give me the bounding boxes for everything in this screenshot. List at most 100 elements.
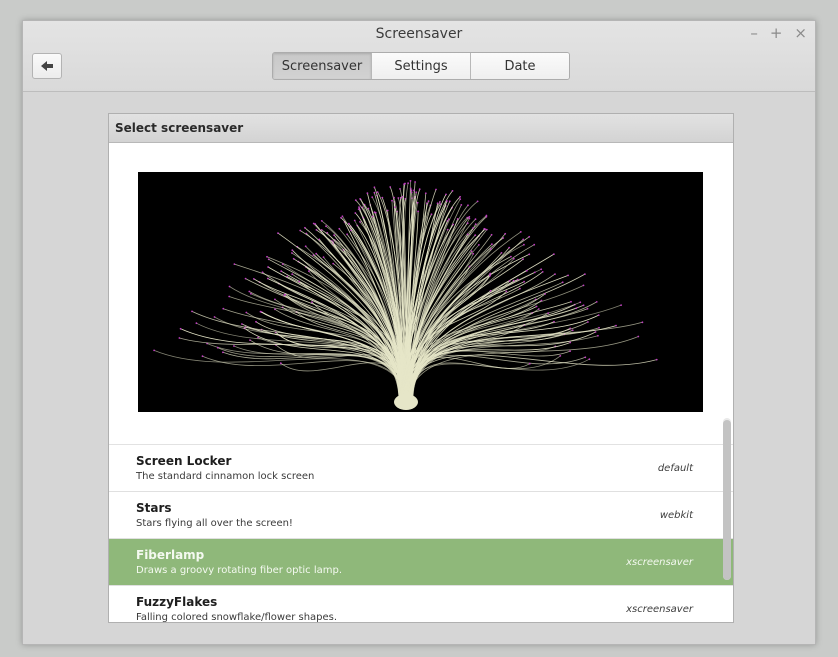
fiber-tip [389, 186, 392, 188]
fiber-tip [222, 307, 225, 310]
back-button[interactable] [32, 53, 62, 79]
list-item[interactable]: FuzzyFlakes Falling colored snowflake/fl… [109, 586, 733, 623]
fiber-tip [381, 196, 384, 199]
fiber-tip [244, 277, 247, 280]
screensaver-list: Screen Locker The standard cinnamon lock… [109, 445, 733, 623]
fiber-tip [348, 222, 350, 225]
fiber-tip [459, 195, 461, 198]
fiber-tip [505, 290, 508, 293]
fiber-tip [478, 244, 480, 246]
maximize-button[interactable]: + [770, 25, 783, 41]
fiber-tip [267, 266, 269, 268]
list-scrollbar[interactable] [723, 418, 731, 580]
fiber-tip [267, 258, 270, 261]
fiber-tip [341, 215, 344, 218]
screensaver-description: The standard cinnamon lock screen [136, 471, 315, 482]
tab-date[interactable]: Date [470, 53, 569, 79]
fiber-tip [452, 223, 455, 226]
fiber-tip [409, 187, 412, 190]
fiber-tip [424, 192, 427, 195]
back-arrow-icon [41, 61, 53, 71]
fiber-tip [359, 221, 361, 223]
fiber-tip [472, 227, 474, 229]
fiber-tip [584, 273, 586, 275]
fiber-tip [435, 188, 437, 191]
fiber-tip [373, 211, 376, 214]
list-item[interactable]: Stars Stars flying all over the screen! … [109, 492, 733, 539]
fiber-tip [291, 252, 293, 254]
fiber-tip [233, 345, 235, 347]
fiber-tip [516, 278, 519, 281]
fiber-tip [470, 250, 473, 253]
fiber-tip [553, 253, 555, 255]
fiber-tip [587, 321, 589, 323]
fiber-tip [504, 232, 507, 235]
fiber-tip [281, 263, 284, 265]
list-item[interactable]: Screen Locker The standard cinnamon lock… [109, 445, 733, 492]
fiber-tip [597, 314, 600, 316]
fiber-tip [537, 308, 540, 310]
fiber-tip [569, 341, 572, 344]
fiber-tip [489, 272, 492, 275]
fiber-tip [540, 299, 543, 302]
fiber-tip [620, 304, 622, 306]
fiber-tip [474, 234, 477, 236]
fiber-tip [325, 225, 327, 228]
fiber-tip [354, 212, 357, 214]
fiber-tip [195, 322, 198, 325]
fiber-tip [418, 188, 421, 191]
screensaver-name: Stars [136, 501, 172, 515]
screensaver-description: Falling colored snowflake/flower shapes. [136, 612, 338, 623]
fiber-tip [241, 323, 243, 325]
fiber-tip [248, 290, 251, 293]
fiber-tip [222, 351, 224, 354]
fiber-strand [401, 354, 657, 399]
fiber-tip [468, 265, 471, 268]
fiber-tip [291, 249, 294, 252]
fiber-tip [547, 312, 550, 314]
close-button[interactable]: × [794, 25, 807, 41]
list-item[interactable]: Fiberlamp Draws a groovy rotating fiber … [109, 539, 733, 586]
fiber-tip [439, 201, 441, 203]
fiber-tip [575, 307, 578, 310]
fiber-tip [508, 246, 511, 249]
fiber-tip [416, 201, 419, 204]
fiber-tip [528, 253, 531, 256]
fiber-tip [298, 280, 301, 283]
fiber-tip [597, 334, 599, 337]
minimize-button[interactable]: – [750, 25, 758, 41]
fiber-tip [304, 226, 306, 229]
fiber-tip [417, 210, 419, 213]
fiber-tip [485, 228, 488, 231]
screensaver-type: xscreensaver [626, 557, 693, 568]
fiber-tip [346, 233, 348, 236]
fiber-tip [291, 273, 294, 276]
fiber-tip [304, 245, 307, 248]
fiber-strand [402, 358, 590, 399]
fiber-tip [569, 327, 572, 330]
fiber-tip [394, 206, 396, 208]
fiber-tip [490, 233, 493, 236]
fiber-tip [525, 269, 528, 272]
screensaver-type: default [657, 463, 693, 474]
fiber-tip [472, 252, 475, 255]
fiber-tip [191, 310, 193, 313]
fiber-tip [544, 293, 546, 295]
fiber-tip [595, 301, 598, 303]
fiber-tip [489, 274, 491, 277]
fiber-tip [280, 270, 283, 273]
fiber-tip [358, 206, 360, 208]
fiber-tip [249, 339, 251, 341]
fiber-tip [476, 200, 479, 203]
fiber-tip [340, 216, 342, 219]
fiber-tip [466, 222, 469, 225]
tab-screensaver[interactable]: Screensaver [273, 53, 371, 79]
fiber-tip [528, 362, 531, 365]
fiber-tip [279, 362, 282, 365]
scrollbar-thumb[interactable] [723, 420, 731, 580]
fiber-tip [213, 316, 216, 318]
fiber-tip [153, 349, 155, 352]
fiber-tip [274, 298, 276, 301]
tab-settings[interactable]: Settings [371, 53, 470, 79]
fiber-tip [201, 355, 204, 358]
